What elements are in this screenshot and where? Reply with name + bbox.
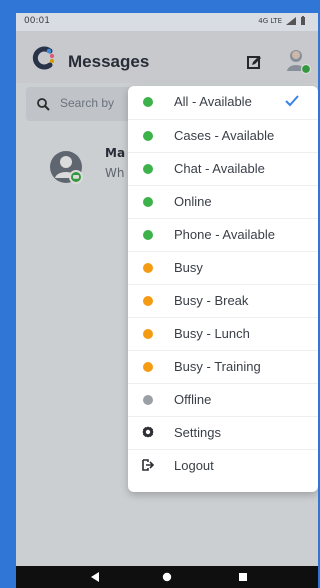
status-time: 00:01 (24, 16, 50, 26)
status-dot (143, 329, 153, 339)
phone-screen: 00:01 4G LTE Messages Search by Ma Wh Al… (16, 13, 318, 588)
status-dot (143, 164, 153, 174)
menu-item-settings[interactable]: Settings (128, 416, 318, 449)
menu-item-busy-break[interactable]: Busy - Break (128, 284, 318, 317)
system-nav-bar (16, 566, 318, 588)
status-dot (143, 197, 153, 207)
menu-item-phone-available[interactable]: Phone - Available (128, 218, 318, 251)
menu-item-logout[interactable]: Logout (128, 449, 318, 482)
battery-icon (301, 16, 305, 25)
signal-icon (286, 16, 296, 25)
menu-item-label: Phone - Available (174, 227, 275, 242)
menu-item-label: Logout (174, 458, 214, 473)
menu-item-label: Chat - Available (174, 161, 265, 176)
menu-item-label: Busy - Lunch (174, 326, 250, 341)
menu-item-busy-training[interactable]: Busy - Training (128, 350, 318, 383)
home-icon[interactable] (160, 570, 174, 584)
status-icons: 4G LTE (258, 16, 306, 25)
menu-item-all-available[interactable]: All - Available (128, 86, 318, 119)
menu-item-label: Settings (174, 425, 221, 440)
menu-item-label: Busy - Training (174, 359, 261, 374)
status-dot (143, 97, 153, 107)
menu-item-chat-available[interactable]: Chat - Available (128, 152, 318, 185)
menu-item-online[interactable]: Online (128, 185, 318, 218)
status-dot (143, 263, 153, 273)
logout-icon (142, 459, 155, 471)
check-icon (285, 95, 299, 107)
status-dot (143, 395, 153, 405)
menu-item-label: Cases - Available (174, 128, 275, 143)
menu-item-label: All - Available (174, 94, 252, 109)
menu-item-label: Online (174, 194, 212, 209)
menu-item-label: Busy (174, 260, 203, 275)
status-dot (143, 230, 153, 240)
status-dot (143, 296, 153, 306)
status-bar: 00:01 4G LTE (16, 13, 318, 31)
menu-item-busy[interactable]: Busy (128, 251, 318, 284)
gear-icon (142, 426, 154, 438)
status-dot (143, 362, 153, 372)
menu-item-offline[interactable]: Offline (128, 383, 318, 416)
recents-icon[interactable] (236, 570, 250, 584)
status-menu: All - Available Cases - Available Chat -… (128, 86, 318, 492)
back-icon[interactable] (88, 570, 102, 584)
menu-item-label: Busy - Break (174, 293, 249, 308)
network-label: 4G LTE (258, 16, 282, 25)
status-dot (143, 131, 153, 141)
menu-item-busy-lunch[interactable]: Busy - Lunch (128, 317, 318, 350)
menu-item-cases-available[interactable]: Cases - Available (128, 119, 318, 152)
menu-item-label: Offline (174, 392, 212, 407)
